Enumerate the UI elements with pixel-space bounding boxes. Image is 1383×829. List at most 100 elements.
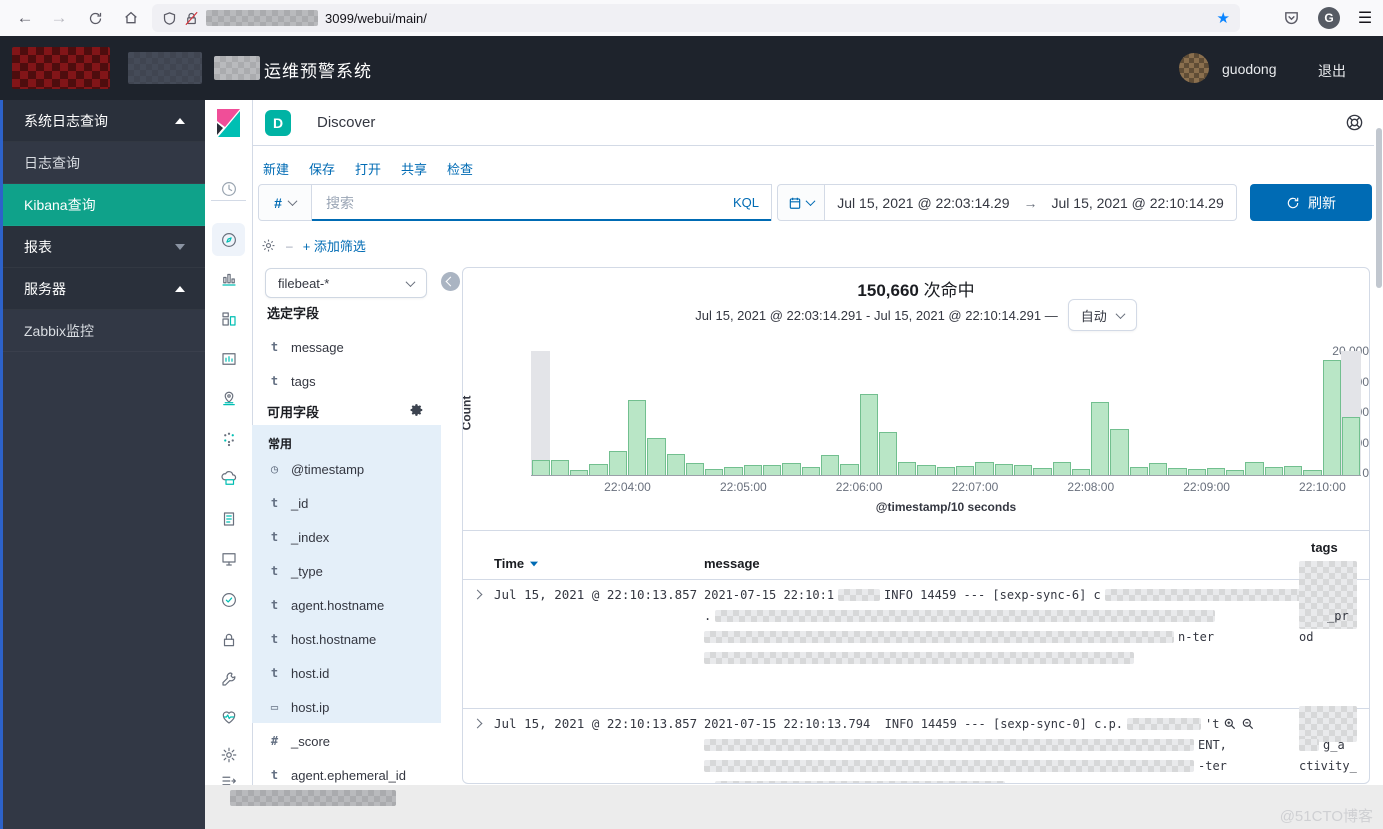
browser-reload-button[interactable] — [82, 5, 108, 31]
scrollbar-thumb[interactable] — [1376, 128, 1382, 288]
histogram-bar[interactable] — [995, 464, 1013, 475]
field-item-_id[interactable]: t_id — [268, 492, 308, 514]
field-item-_type[interactable]: t_type — [268, 560, 323, 582]
field-item-host.ip[interactable]: ▭host.ip — [268, 696, 329, 718]
histogram-bar[interactable] — [1014, 465, 1032, 475]
breadcrumb[interactable]: Discover — [317, 114, 375, 131]
field-item-@timestamp[interactable]: ◷@timestamp — [268, 458, 364, 480]
histogram-bar[interactable] — [1091, 402, 1109, 475]
histogram-bar[interactable] — [1149, 463, 1167, 475]
histogram-bar[interactable] — [1188, 469, 1206, 475]
histogram-bar[interactable] — [705, 469, 723, 475]
index-pattern-select[interactable]: filebeat-* — [265, 268, 427, 298]
histogram-bar[interactable] — [570, 470, 588, 475]
histogram-bar[interactable] — [551, 460, 569, 475]
sidebar-item-kibana-query[interactable]: Kibana查询 — [0, 184, 205, 226]
histogram-bar[interactable] — [1265, 467, 1283, 475]
interval-select[interactable]: 自动 — [1068, 299, 1137, 331]
range-end[interactable]: Jul 15, 2021 @ 22:10:14.29 — [1052, 195, 1224, 211]
browser-account-button[interactable]: G — [1316, 5, 1342, 31]
histogram-bar[interactable] — [1130, 467, 1148, 475]
field-item-_index[interactable]: t_index — [268, 526, 329, 548]
toolbar-link-2[interactable]: 打开 — [355, 159, 381, 178]
histogram-bar[interactable] — [667, 454, 685, 475]
histogram-bar[interactable] — [782, 463, 800, 475]
kibana-logo[interactable] — [215, 108, 242, 138]
expand-row-button[interactable] — [473, 590, 483, 600]
histogram-bar[interactable] — [937, 467, 955, 475]
histogram-bar[interactable] — [840, 464, 858, 475]
histogram-bar[interactable] — [763, 465, 781, 475]
histogram-bar[interactable] — [821, 455, 839, 475]
histogram-bar[interactable] — [860, 394, 878, 475]
histogram-bar[interactable] — [532, 460, 550, 475]
browser-back-button[interactable]: ← — [12, 5, 38, 31]
histogram-bar[interactable] — [1110, 429, 1128, 475]
browser-forward-button[interactable]: → — [46, 5, 72, 31]
rail-item-dashboard[interactable] — [212, 302, 245, 335]
rail-item-uptime[interactable] — [212, 583, 245, 616]
rail-item-siem[interactable] — [212, 623, 245, 656]
rail-item-visualize[interactable] — [212, 262, 245, 295]
histogram-bar[interactable] — [1053, 462, 1071, 475]
sidebar-item-report[interactable]: 报表 — [0, 226, 205, 268]
rail-item-apm[interactable] — [212, 502, 245, 535]
histogram-bar[interactable] — [956, 466, 974, 475]
rail-item-dev-tools[interactable] — [212, 662, 245, 695]
histogram-bar[interactable] — [1033, 468, 1051, 475]
field-settings-gear-icon[interactable] — [410, 403, 424, 417]
rail-item-recently-viewed[interactable] — [212, 172, 245, 205]
histogram-bar[interactable] — [1168, 468, 1186, 475]
search-input[interactable] — [324, 194, 725, 212]
help-button[interactable] — [1345, 113, 1364, 132]
rail-item-canvas[interactable] — [212, 342, 245, 375]
histogram-bar[interactable] — [1207, 468, 1225, 475]
histogram-bar[interactable] — [802, 467, 820, 475]
insecure-lock-icon[interactable] — [184, 11, 199, 26]
histogram-bar[interactable] — [879, 432, 897, 475]
saved-query-menu-button[interactable]: # — [258, 184, 312, 221]
url-bar[interactable]: 3099/webui/main/ ★ — [152, 4, 1240, 32]
field-item-host.id[interactable]: thost.id — [268, 662, 329, 684]
toolbar-link-3[interactable]: 共享 — [401, 159, 427, 178]
histogram-bar[interactable] — [589, 464, 607, 475]
logout-button[interactable]: 退出 — [1318, 61, 1346, 81]
date-range-picker[interactable]: Jul 15, 2021 @ 22:03:14.29 → Jul 15, 202… — [825, 184, 1237, 221]
toolbar-link-0[interactable]: 新建 — [263, 159, 289, 178]
field-item-agent.ephemeral_id[interactable]: tagent.ephemeral_id — [268, 764, 406, 786]
sidebar-item-zabbix-monitor[interactable]: Zabbix监控 — [0, 310, 205, 352]
histogram-bar[interactable] — [1284, 466, 1302, 475]
field-item-_score[interactable]: #_score — [268, 730, 330, 752]
bookmark-star-icon[interactable]: ★ — [1217, 9, 1230, 27]
filter-settings-gear-icon[interactable] — [261, 238, 276, 253]
sidebar-item-system-log-query[interactable]: 系统日志查询 — [0, 100, 205, 142]
browser-home-button[interactable] — [118, 5, 144, 31]
rail-item-stack-monitoring[interactable] — [212, 700, 245, 733]
histogram-bar[interactable] — [1323, 360, 1341, 475]
zoom-in-out-icons[interactable] — [1223, 717, 1255, 731]
add-filter-link[interactable]: + 添加筛选 — [303, 236, 366, 255]
sidebar-item-log-query[interactable]: 日志查询 — [0, 142, 205, 184]
browser-menu-button[interactable]: ☰ — [1352, 5, 1378, 31]
histogram-bar[interactable] — [609, 451, 627, 475]
toolbar-link-4[interactable]: 检查 — [447, 159, 473, 178]
histogram-bar[interactable] — [628, 400, 646, 475]
sidebar-item-server[interactable]: 服务器 — [0, 268, 205, 310]
histogram-bar[interactable] — [1342, 417, 1360, 475]
rail-item-metrics[interactable] — [212, 542, 245, 575]
date-quick-select-button[interactable] — [777, 184, 825, 221]
histogram-bar[interactable] — [686, 463, 704, 475]
histogram-bar[interactable] — [1303, 470, 1321, 475]
rail-item-machine-learning[interactable] — [212, 422, 245, 455]
user-avatar[interactable] — [1179, 53, 1209, 83]
field-item-tags[interactable]: ttags — [268, 370, 316, 392]
rail-item-logs[interactable] — [212, 462, 245, 495]
histogram-bar[interactable] — [898, 462, 916, 475]
refresh-button[interactable]: 刷新 — [1250, 184, 1372, 221]
histogram-bar[interactable] — [647, 438, 665, 475]
range-start[interactable]: Jul 15, 2021 @ 22:03:14.29 — [837, 195, 1009, 211]
column-header-time[interactable]: Time — [494, 556, 539, 571]
histogram-bar[interactable] — [917, 465, 935, 475]
histogram-bar[interactable] — [1245, 462, 1263, 475]
collapse-fields-button[interactable] — [441, 272, 460, 291]
